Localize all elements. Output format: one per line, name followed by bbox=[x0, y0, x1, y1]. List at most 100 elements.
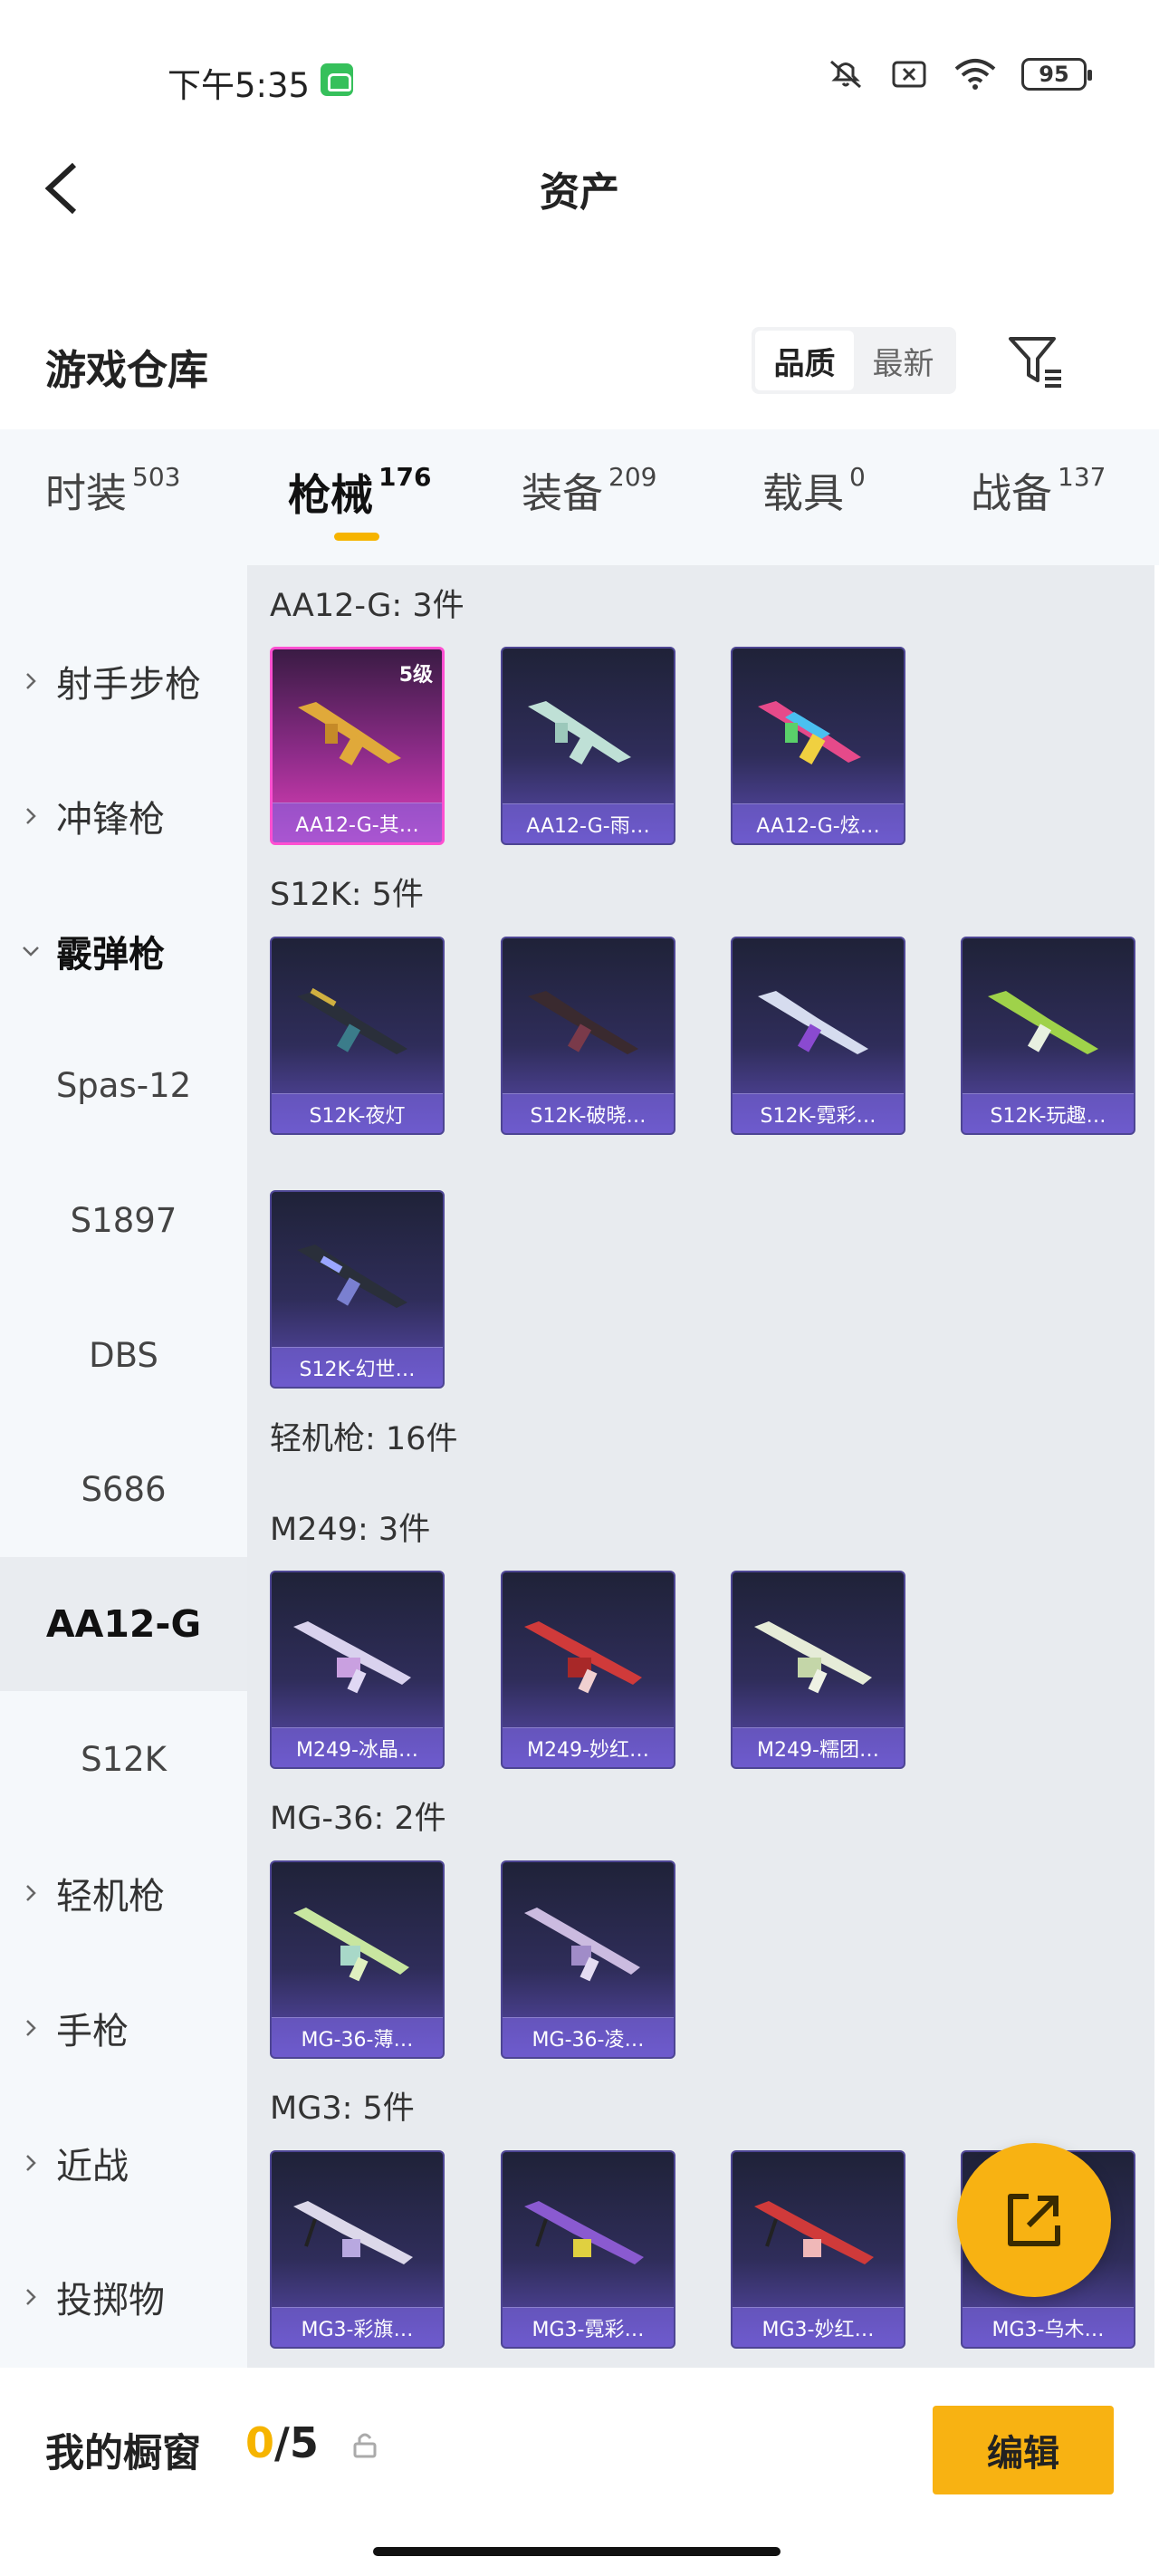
group-title-aa12g: AA12-G: 3件 bbox=[270, 588, 465, 624]
page-title: 资产 bbox=[540, 169, 619, 216]
group-title-lmg: 轻机枪: 16件 bbox=[270, 1421, 458, 1457]
sidebar-item-melee[interactable]: 近战 bbox=[0, 2096, 247, 2230]
skin-card[interactable]: AA12-G-炫… bbox=[731, 647, 905, 845]
skin-card[interactable]: M249-冰晶… bbox=[270, 1571, 445, 1769]
sidebar-item-label: 手枪 bbox=[56, 2011, 129, 2052]
sidebar-item-s12k[interactable]: S12K bbox=[0, 1692, 247, 1826]
weapon-icon bbox=[524, 1908, 640, 1982]
sidebar-item-pistol[interactable]: 手枪 bbox=[0, 1961, 247, 2095]
weapon-icon bbox=[293, 1908, 409, 1982]
sort-segmented-control: 品质 最新 bbox=[752, 327, 956, 394]
weapon-skin-grid: AA12-G: 3件 5级 AA12-G-其… AA12-G-雨… AA12-G… bbox=[247, 565, 1154, 2368]
share-external-icon bbox=[1008, 2194, 1060, 2246]
tab-vehicles[interactable]: 载具 0 bbox=[762, 460, 866, 519]
tab-label: 装备 bbox=[522, 469, 604, 517]
tab-count: 0 bbox=[849, 462, 866, 492]
showcase-current: 0 bbox=[245, 2418, 275, 2467]
sidebar-item-lmg[interactable]: 轻机枪 bbox=[0, 1826, 247, 1960]
skin-card[interactable]: M249-糯团… bbox=[731, 1571, 905, 1769]
weapon-icon bbox=[293, 1621, 411, 1694]
chevron-right-icon bbox=[26, 1885, 36, 1901]
filter-icon[interactable] bbox=[1005, 330, 1067, 391]
sidebar-item-s1897[interactable]: S1897 bbox=[0, 1153, 247, 1287]
sidebar-item-marksman-rifle[interactable]: 射手步枪 bbox=[0, 614, 247, 748]
sort-newest[interactable]: 最新 bbox=[854, 331, 953, 390]
skin-card[interactable]: MG3-彩旗… bbox=[270, 2150, 445, 2349]
weapon-icon bbox=[754, 1621, 872, 1694]
chevron-right-icon bbox=[26, 2289, 36, 2305]
skin-level: 5级 bbox=[398, 664, 433, 687]
skin-name: M249-妙红… bbox=[503, 1727, 674, 1767]
tab-gear[interactable]: 战备 137 bbox=[971, 460, 1106, 519]
mute-icon bbox=[830, 60, 861, 89]
tab-label: 枪械 bbox=[288, 471, 373, 521]
sidebar-item-label: 冲锋枪 bbox=[56, 799, 165, 841]
skin-card[interactable]: S12K-玩趣… bbox=[961, 937, 1135, 1135]
showcase-title: 我的橱窗 bbox=[45, 2431, 201, 2476]
weapon-icon bbox=[524, 2201, 644, 2264]
tab-label: 载具 bbox=[762, 469, 845, 517]
status-icons: 95 bbox=[826, 56, 1092, 92]
sidebar-item-throwable[interactable]: 投掷物 bbox=[0, 2230, 247, 2364]
chevron-down-icon bbox=[23, 947, 39, 956]
tab-guns[interactable]: 枪械 176 bbox=[288, 460, 431, 523]
tab-count: 176 bbox=[378, 462, 432, 492]
sidebar-item-dbs[interactable]: DBS bbox=[0, 1288, 247, 1422]
tab-equipment[interactable]: 装备 209 bbox=[522, 460, 656, 519]
weapon-icon bbox=[524, 1621, 642, 1694]
skin-card[interactable]: 5级 AA12-G-其… bbox=[270, 647, 445, 845]
edit-button[interactable]: 编辑 bbox=[933, 2406, 1114, 2494]
skin-card[interactable]: MG3-霓彩… bbox=[501, 2150, 675, 2349]
group-title-s12k: S12K: 5件 bbox=[270, 877, 424, 913]
skin-name: S12K-霓彩… bbox=[733, 1093, 904, 1133]
skin-card[interactable]: S12K-破晓… bbox=[501, 937, 675, 1135]
skin-card[interactable]: MG3-妙红… bbox=[731, 2150, 905, 2349]
tab-label: 时装 bbox=[45, 469, 128, 517]
skin-name: M249-冰晶… bbox=[272, 1727, 443, 1767]
tab-count: 503 bbox=[132, 462, 181, 492]
tab-fashion[interactable]: 时装 503 bbox=[45, 460, 180, 519]
lock-icon bbox=[353, 2433, 377, 2458]
skin-card[interactable]: S12K-霓彩… bbox=[731, 937, 905, 1135]
skin-name: MG3-霓彩… bbox=[503, 2307, 674, 2347]
share-fab-button[interactable] bbox=[957, 2143, 1111, 2297]
skin-card[interactable]: S12K-幻世… bbox=[270, 1190, 445, 1389]
sidebar-item-aa12g[interactable]: AA12-G bbox=[0, 1557, 247, 1691]
status-bar: 下午5:35 95 bbox=[0, 0, 1159, 154]
sidebar-item-label: 近战 bbox=[56, 2146, 129, 2187]
skin-card[interactable]: S12K-夜灯 bbox=[270, 937, 445, 1135]
sort-quality[interactable]: 品质 bbox=[755, 331, 854, 390]
skin-card[interactable]: AA12-G-雨… bbox=[501, 647, 675, 845]
group-title-mg3: MG3: 5件 bbox=[270, 2091, 415, 2127]
wifi-icon bbox=[954, 59, 996, 90]
weapon-icon bbox=[297, 987, 407, 1054]
battery-icon: 95 bbox=[1021, 58, 1092, 91]
skin-card[interactable]: M249-妙红… bbox=[501, 1571, 675, 1769]
app-notification-icon bbox=[321, 63, 353, 96]
skin-name: MG3-彩旗… bbox=[272, 2307, 443, 2347]
sidebar-item-label: 射手步枪 bbox=[56, 664, 201, 706]
skin-card[interactable]: MG-36-薄… bbox=[270, 1860, 445, 2059]
battery-level: 95 bbox=[1039, 62, 1069, 87]
skin-card[interactable]: MG-36-凌… bbox=[501, 1860, 675, 2059]
weapon-icon bbox=[528, 701, 631, 764]
weapon-icon bbox=[988, 991, 1098, 1054]
sidebar-item-s686[interactable]: S686 bbox=[0, 1422, 247, 1556]
group-title-m249: M249: 3件 bbox=[270, 1512, 431, 1548]
active-tab-indicator bbox=[334, 533, 379, 541]
skin-name: MG3-乌木… bbox=[963, 2307, 1134, 2347]
weapon-icon bbox=[758, 991, 868, 1054]
sidebar-item-spas12[interactable]: Spas-12 bbox=[0, 1018, 247, 1152]
tab-count: 137 bbox=[1058, 462, 1106, 492]
skin-name: MG-36-凌… bbox=[503, 2017, 674, 2057]
chevron-right-icon bbox=[26, 2155, 36, 2171]
sidebar-item-shotgun[interactable]: 霰弹枪 bbox=[0, 884, 247, 1018]
sidebar-item-label: 霰弹枪 bbox=[56, 934, 165, 976]
home-indicator bbox=[373, 2547, 781, 2556]
sidebar-item-label: 投掷物 bbox=[56, 2280, 165, 2321]
weapon-icon bbox=[528, 991, 638, 1054]
sidebar-item-smg[interactable]: 冲锋枪 bbox=[0, 749, 247, 883]
category-tabs: 时装 503 枪械 176 装备 209 载具 0 战备 137 bbox=[0, 429, 1159, 565]
weapon-category-sidebar: 射手步枪 冲锋枪 霰弹枪 Spas-12 S1897 DBS S686 AA12… bbox=[0, 565, 247, 2368]
skin-name: S12K-破晓… bbox=[503, 1093, 674, 1133]
